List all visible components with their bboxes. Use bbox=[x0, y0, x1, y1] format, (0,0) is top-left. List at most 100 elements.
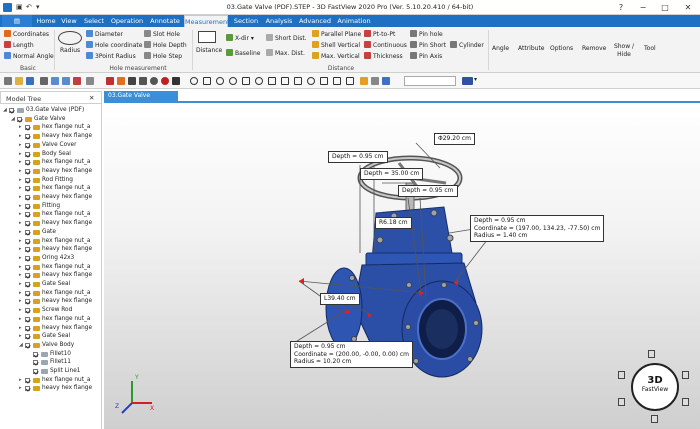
open-icon[interactable] bbox=[15, 77, 23, 85]
expand-arrow-icon[interactable]: ▸ bbox=[19, 289, 22, 298]
close-button[interactable]: ✕ bbox=[677, 0, 699, 15]
tree-item[interactable]: ▸ hex flange nut_a bbox=[0, 237, 101, 246]
maximize-button[interactable]: □ bbox=[654, 0, 676, 15]
view-cube-bottom-right-corner[interactable] bbox=[682, 398, 689, 406]
color-icon[interactable] bbox=[360, 77, 368, 85]
three-point-radius-button[interactable]: 3Point Radius bbox=[86, 52, 136, 61]
plane-icon[interactable] bbox=[268, 77, 276, 85]
visibility-checkbox[interactable] bbox=[25, 151, 30, 157]
tree-item[interactable]: ▸ heavy hex flange bbox=[0, 297, 101, 306]
expand-arrow-icon[interactable]: ▸ bbox=[19, 263, 22, 272]
slot-hole-button[interactable]: Slot Hole bbox=[144, 30, 180, 39]
expand-arrow-icon[interactable]: ▸ bbox=[19, 228, 22, 237]
coordinates-button[interactable]: Coordinates bbox=[4, 30, 49, 39]
layer-icon[interactable] bbox=[382, 77, 390, 85]
annotation-depth-right[interactable]: Depth = 0.95 cm bbox=[398, 185, 458, 197]
annotation-diameter[interactable]: Φ29.20 cm bbox=[434, 133, 475, 145]
expand-arrow-icon[interactable]: ▸ bbox=[19, 141, 22, 150]
tree-item[interactable]: ▸ hex flange nut_a bbox=[0, 376, 101, 385]
continuous-button[interactable]: Continuous bbox=[364, 41, 407, 50]
tree-item[interactable]: ▸ heavy hex flange bbox=[0, 271, 101, 280]
pointer-icon[interactable] bbox=[139, 77, 147, 85]
help-button[interactable]: ? bbox=[610, 0, 632, 15]
visibility-checkbox[interactable] bbox=[33, 351, 38, 357]
visibility-checkbox[interactable] bbox=[25, 325, 30, 331]
tree-item[interactable]: ▸ heavy hex flange bbox=[0, 245, 101, 254]
visibility-checkbox[interactable] bbox=[25, 142, 30, 148]
tree-item[interactable]: ▸ hex flange nut_a bbox=[0, 289, 101, 298]
tree-item[interactable]: ▸ hex flange nut_a bbox=[0, 184, 101, 193]
expand-arrow-icon[interactable]: ▸ bbox=[19, 297, 22, 306]
expand-arrow-icon[interactable]: ▸ bbox=[19, 315, 22, 324]
panel-close-icon[interactable]: ✕ bbox=[89, 94, 94, 102]
tree-item[interactable]: ▸ Screw Rod bbox=[0, 306, 101, 315]
visibility-checkbox[interactable] bbox=[25, 177, 30, 183]
expand-arrow-icon[interactable]: ◢ bbox=[19, 341, 23, 350]
expand-arrow-icon[interactable]: ◢ bbox=[3, 106, 7, 115]
parallel-plane-button[interactable]: Parallel Plane bbox=[312, 30, 361, 39]
tree-item[interactable]: ▸ Fitting bbox=[0, 202, 101, 211]
expand-arrow-icon[interactable]: ▸ bbox=[19, 306, 22, 315]
zoom-icon[interactable] bbox=[73, 77, 81, 85]
radius-button[interactable]: Radius bbox=[60, 47, 80, 55]
tree-item[interactable]: ▸ Valve Cover bbox=[0, 141, 101, 150]
visibility-checkbox[interactable] bbox=[25, 195, 30, 200]
expand-arrow-icon[interactable]: ▸ bbox=[19, 184, 22, 193]
tree-item[interactable]: Split Line1 bbox=[0, 367, 101, 376]
expand-arrow-icon[interactable]: ▸ bbox=[19, 332, 22, 341]
expand-arrow-icon[interactable]: ▸ bbox=[19, 245, 22, 254]
expand-arrow-icon[interactable]: ▸ bbox=[19, 158, 22, 167]
visibility-checkbox[interactable] bbox=[25, 212, 30, 218]
annotation-right-box[interactable]: Depth = 0.95 cm Coordinate = (197.00, 13… bbox=[470, 215, 605, 242]
visibility-checkbox[interactable] bbox=[25, 377, 30, 383]
tool-button[interactable]: Tool bbox=[644, 45, 656, 53]
tree-item[interactable]: ▸ heavy hex flange bbox=[0, 193, 101, 202]
visibility-checkbox[interactable] bbox=[25, 255, 30, 261]
normal-angle-button[interactable]: Normal Angle bbox=[4, 52, 54, 61]
save-icon[interactable] bbox=[26, 77, 34, 85]
visibility-checkbox[interactable] bbox=[25, 273, 30, 279]
tree-item[interactable]: ▸ heavy hex flange bbox=[0, 132, 101, 141]
body-icon[interactable] bbox=[320, 77, 328, 85]
toolbar-search-input[interactable] bbox=[404, 76, 456, 86]
pin-axis-button[interactable]: Pin Axis bbox=[410, 52, 442, 61]
visibility-checkbox[interactable] bbox=[25, 203, 30, 209]
tree-item[interactable]: ◢ Gate Valve bbox=[0, 115, 101, 124]
tree-item[interactable]: Fillet10 bbox=[0, 350, 101, 359]
tree-item[interactable]: ▸ heavy hex flange bbox=[0, 219, 101, 228]
tab-analysis[interactable]: Analysis bbox=[264, 15, 294, 27]
remove-button[interactable]: Remove bbox=[582, 45, 606, 53]
view-cube[interactable]: 3D FastView bbox=[631, 363, 679, 411]
tab-view[interactable]: View bbox=[58, 15, 80, 27]
distance-button[interactable]: Distance bbox=[196, 47, 222, 55]
tree-item[interactable]: ▸ hex flange nut_a bbox=[0, 123, 101, 132]
visibility-checkbox[interactable] bbox=[25, 282, 30, 287]
tree-item[interactable]: ▸ hex flange nut_a bbox=[0, 315, 101, 324]
tree-item[interactable]: ▸ Gate Seal bbox=[0, 332, 101, 341]
tree-item[interactable]: ▸ Gate Seal bbox=[0, 280, 101, 289]
max-vertical-button[interactable]: Max. Vertical bbox=[312, 52, 360, 61]
expand-arrow-icon[interactable]: ▸ bbox=[19, 210, 22, 219]
length-button[interactable]: Length bbox=[4, 41, 34, 50]
tree-item[interactable]: ▸ hex flange nut_a bbox=[0, 210, 101, 219]
visibility-checkbox[interactable] bbox=[25, 134, 30, 140]
hole-step-button[interactable]: Hole Step bbox=[144, 52, 182, 61]
visibility-checkbox[interactable] bbox=[25, 168, 30, 174]
shell-vertical-button[interactable]: Shell Vertical bbox=[312, 41, 360, 50]
expand-arrow-icon[interactable]: ▸ bbox=[19, 384, 22, 393]
attribute-button[interactable]: Attribute bbox=[518, 45, 545, 53]
thickness-button[interactable]: Thickness bbox=[364, 52, 403, 61]
expand-arrow-icon[interactable]: ◢ bbox=[11, 115, 15, 124]
pin-hole-button[interactable]: Pin hole bbox=[410, 30, 443, 39]
distance-icon[interactable] bbox=[198, 31, 216, 43]
visibility-checkbox[interactable] bbox=[25, 342, 30, 348]
visibility-checkbox[interactable] bbox=[33, 369, 38, 374]
tree-item[interactable]: ▸ Rod Fitting bbox=[0, 176, 101, 185]
tab-select[interactable]: Select bbox=[82, 15, 106, 27]
annotation-depth-mid[interactable]: Depth = 35.00 cm bbox=[360, 168, 424, 180]
view-cube-bottom-left-corner[interactable] bbox=[618, 398, 625, 406]
language-flag-icon[interactable] bbox=[462, 77, 473, 85]
visibility-checkbox[interactable] bbox=[25, 238, 30, 244]
view-cube-left-corner[interactable] bbox=[618, 371, 625, 379]
tree-item[interactable]: ▸ heavy hex flange bbox=[0, 324, 101, 333]
